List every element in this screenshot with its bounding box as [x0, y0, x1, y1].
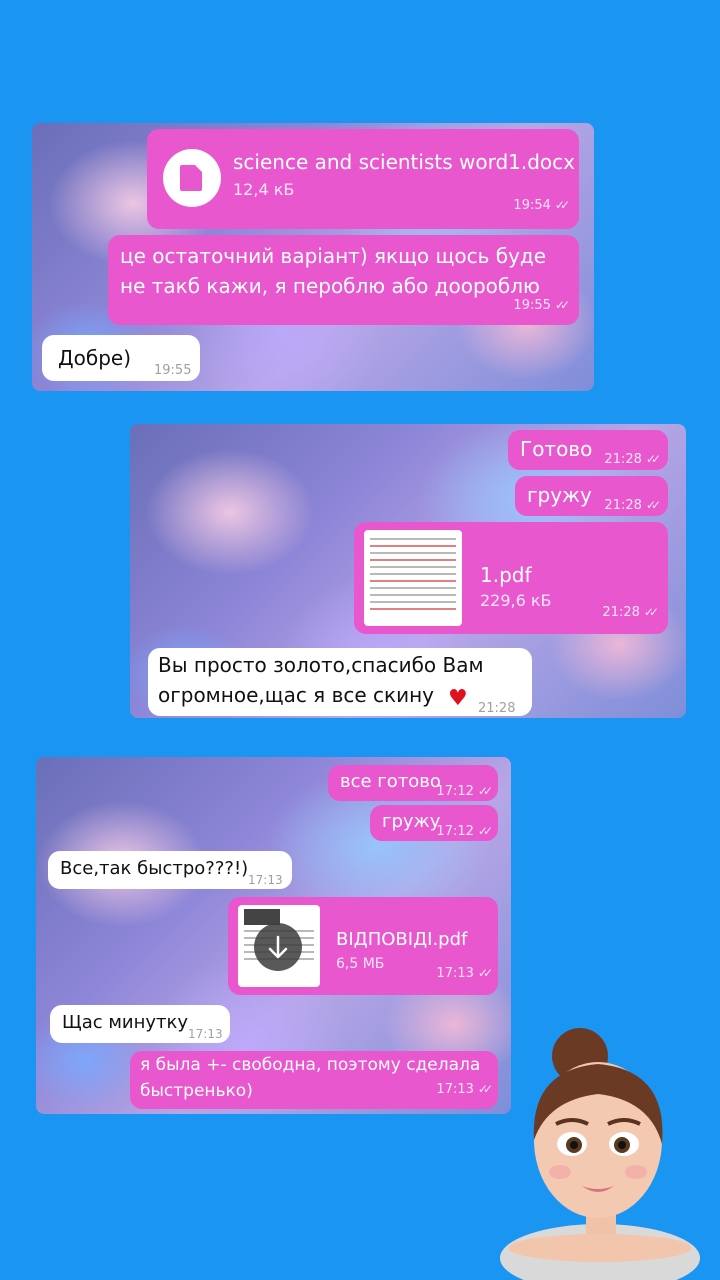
- message-time: 19:54 ✓✓: [513, 198, 570, 213]
- message-time: 21:28 ✓✓: [604, 452, 661, 467]
- message-time: 17:13: [248, 873, 283, 887]
- chat-screenshot-3: все готово 17:12 ✓✓ гружу 17:12 ✓✓ Все,так…: [36, 757, 511, 1114]
- file-size: 12,4 кБ: [233, 180, 295, 199]
- message-line-2: огромное,щас я все скину: [158, 683, 435, 707]
- double-check-icon: ✓✓: [554, 298, 570, 312]
- chat-screenshot-2: Готово 21:28 ✓✓ гружу 21:28 ✓✓ 1.pdf 229,6…: [130, 424, 686, 718]
- message-time: 17:12 ✓✓: [436, 784, 493, 799]
- double-check-icon: ✓✓: [643, 605, 659, 619]
- message-line-2: не такб кажи, я пероблю або доороблю: [120, 274, 540, 298]
- message-time: 21:28 ✓✓: [604, 498, 661, 513]
- text-message[interactable]: це остаточний варіант) якщо щось буде не…: [108, 235, 579, 325]
- message-time: 21:28: [478, 701, 516, 716]
- message-line-2: быстренько): [140, 1081, 253, 1101]
- double-check-icon: ✓✓: [554, 198, 570, 212]
- incoming-message[interactable]: Вы просто золото,спасибо Вам огромное,ща…: [148, 648, 532, 716]
- file-size: 229,6 кБ: [480, 591, 552, 610]
- document-icon: [163, 149, 221, 207]
- message-time: 21:28 ✓✓: [602, 605, 659, 620]
- file-name: science and scientists word1.docx: [233, 150, 575, 174]
- file-message[interactable]: science and scientists word1.docx 12,4 к…: [147, 129, 579, 229]
- file-message[interactable]: 1.pdf 229,6 кБ 21:28 ✓✓: [354, 522, 668, 634]
- message-text: гружу: [527, 483, 592, 507]
- text-message[interactable]: гружу 17:12 ✓✓: [370, 805, 498, 841]
- message-text: Добре): [58, 346, 131, 370]
- memoji-avatar: [500, 1020, 720, 1280]
- double-check-icon: ✓✓: [477, 1082, 493, 1096]
- message-line-1: Вы просто золото,спасибо Вам: [158, 653, 484, 677]
- message-time: 19:55 ✓✓: [513, 298, 570, 313]
- message-text: гружу: [382, 811, 441, 832]
- message-time: 17:13 ✓✓: [436, 966, 493, 981]
- incoming-message[interactable]: Добре) 19:55: [42, 335, 200, 381]
- message-time: 17:13 ✓✓: [436, 1082, 493, 1097]
- message-time: 19:55: [154, 363, 192, 378]
- pdf-thumbnail[interactable]: [364, 530, 462, 626]
- double-check-icon: ✓✓: [477, 824, 493, 838]
- text-message[interactable]: я была +- свободна, поэтому сделала быст…: [130, 1051, 498, 1109]
- chat-screenshot-1: science and scientists word1.docx 12,4 к…: [32, 123, 594, 391]
- message-line-1: я была +- свободна, поэтому сделала: [140, 1055, 481, 1075]
- message-text: Все,так быстро???!): [60, 858, 249, 879]
- message-time: 17:13: [188, 1027, 223, 1041]
- download-icon[interactable]: [254, 923, 302, 971]
- message-text: все готово: [340, 771, 441, 792]
- text-message[interactable]: Готово 21:28 ✓✓: [508, 430, 668, 470]
- text-message[interactable]: гружу 21:28 ✓✓: [515, 476, 668, 516]
- incoming-message[interactable]: Все,так быстро???!) 17:13: [48, 851, 292, 889]
- file-message[interactable]: ВІДПОВІДІ.pdf 6,5 МБ 17:13 ✓✓: [228, 897, 498, 995]
- double-check-icon: ✓✓: [645, 498, 661, 512]
- file-size: 6,5 МБ: [336, 956, 385, 972]
- text-message[interactable]: все готово 17:12 ✓✓: [328, 765, 498, 801]
- incoming-message[interactable]: Щас минутку 17:13: [50, 1005, 230, 1043]
- message-text: Щас минутку: [62, 1012, 189, 1033]
- double-check-icon: ✓✓: [645, 452, 661, 466]
- double-check-icon: ✓✓: [477, 784, 493, 798]
- message-line-1: це остаточний варіант) якщо щось буде: [120, 244, 547, 268]
- message-text: Готово: [520, 437, 593, 461]
- double-check-icon: ✓✓: [477, 966, 493, 980]
- heart-icon: ♥: [448, 686, 468, 711]
- message-time: 17:12 ✓✓: [436, 824, 493, 839]
